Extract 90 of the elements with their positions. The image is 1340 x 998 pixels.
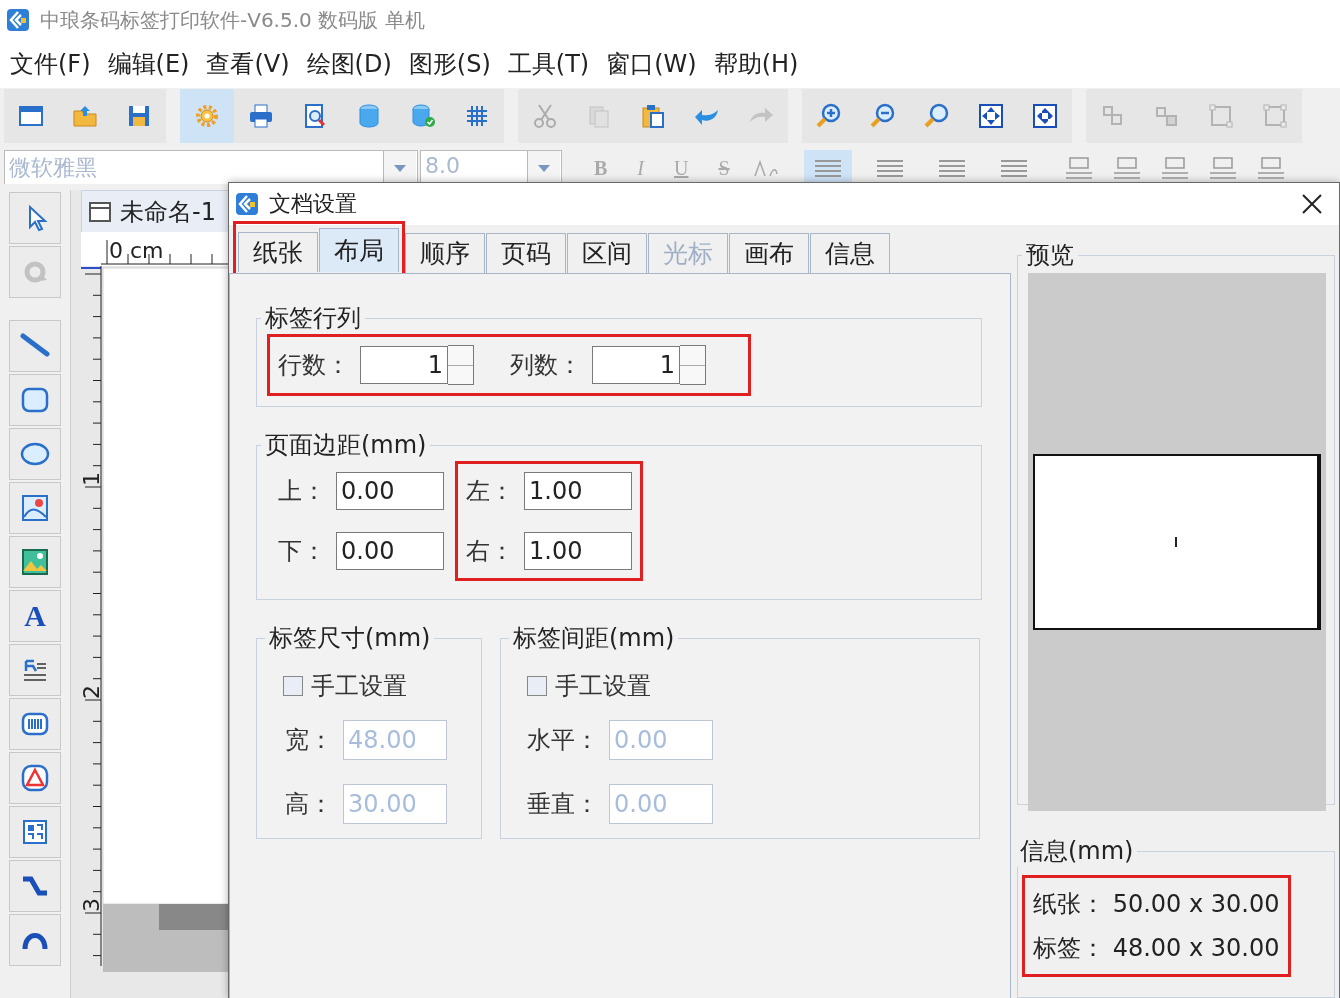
tool-button[interactable] xyxy=(9,752,61,804)
menu-item[interactable]: 图形(S) xyxy=(400,48,499,80)
fit-arrows-icon xyxy=(1031,102,1059,130)
number-field[interactable]: 1 xyxy=(592,346,680,384)
tab[interactable]: 信息 xyxy=(810,233,890,273)
tool-button[interactable]: A xyxy=(9,590,61,642)
dropdown-caret-icon xyxy=(537,163,551,173)
database-check-icon xyxy=(409,102,437,130)
ruler-unit-label: 0 cm xyxy=(109,238,164,263)
menu-item[interactable]: 帮助(H) xyxy=(705,48,807,80)
tab[interactable]: 顺序 xyxy=(405,233,485,273)
margin-field[interactable]: 0.00 xyxy=(336,532,444,570)
menu-item[interactable]: 工具(T) xyxy=(499,48,598,80)
selection-frame-icon xyxy=(1207,102,1235,130)
group-title: 标签尺寸(mm) xyxy=(268,623,432,654)
field-label: 宽： xyxy=(285,725,333,756)
close-icon xyxy=(1301,193,1323,215)
qr-code-icon xyxy=(20,817,50,847)
tab[interactable]: 布局 xyxy=(319,228,399,272)
info-line: 纸张： 50.00 x 30.00 xyxy=(1033,889,1280,920)
ruler-label: 3 xyxy=(81,898,104,912)
rounded-rectangle-icon xyxy=(20,385,50,415)
tool-button[interactable] xyxy=(9,806,61,858)
field-label: 高： xyxy=(285,789,333,820)
zoom-out-icon xyxy=(869,102,897,130)
ruler-label: 1 xyxy=(81,472,104,486)
document-icon xyxy=(88,199,112,224)
checkbox[interactable] xyxy=(527,676,547,696)
group-title: 标签行列 xyxy=(264,303,362,334)
tool-button[interactable] xyxy=(9,482,61,534)
zoom-in-icon xyxy=(815,102,843,130)
field-label: 垂直： xyxy=(527,789,599,820)
menu-item[interactable]: 绘图(D) xyxy=(298,48,400,80)
field-label: 下： xyxy=(278,536,326,567)
checkbox-label: 手工设置 xyxy=(555,671,651,702)
tool-button[interactable] xyxy=(9,860,61,912)
field-label: 上： xyxy=(278,476,326,507)
tab[interactable]: 画布 xyxy=(729,233,809,273)
spin-buttons[interactable] xyxy=(680,345,706,385)
selection-frame-icon xyxy=(1261,102,1289,130)
app-logo-icon xyxy=(6,8,30,32)
dropdown-caret-icon xyxy=(393,163,407,173)
margin-field[interactable]: 1.00 xyxy=(524,532,632,570)
group-title: 页面边距(mm) xyxy=(264,430,428,461)
menu-item[interactable]: 编辑(E) xyxy=(99,48,198,80)
field-label: 行数： xyxy=(278,350,350,381)
app-logo-icon xyxy=(235,192,259,216)
field-label: 水平： xyxy=(527,725,599,756)
picture-icon xyxy=(20,547,50,577)
gear-icon xyxy=(193,102,221,130)
group-title: 标签间距(mm) xyxy=(512,623,676,654)
tab[interactable]: 区间 xyxy=(567,233,647,273)
align-button[interactable] xyxy=(803,150,852,184)
fit-arrows-icon xyxy=(977,102,1005,130)
field-label: 左： xyxy=(466,476,514,507)
guide-line xyxy=(81,267,102,269)
menu-item[interactable]: 文件(F) xyxy=(2,48,99,80)
tool-button[interactable] xyxy=(9,374,61,426)
tool-button[interactable] xyxy=(9,914,61,966)
cursor-mark-icon xyxy=(1175,537,1177,547)
page-shadow xyxy=(159,904,231,930)
field-label: 列数： xyxy=(510,350,582,381)
margin-field[interactable]: 1.00 xyxy=(524,472,632,510)
group-title: 信息(mm) xyxy=(1019,836,1135,867)
tool-button[interactable] xyxy=(9,536,61,588)
menu-item[interactable]: 窗口(W) xyxy=(598,48,705,80)
tool-button[interactable] xyxy=(9,698,61,750)
checkbox[interactable] xyxy=(283,676,303,696)
number-field[interactable]: 1 xyxy=(360,346,448,384)
dialog-title: 文档设置 xyxy=(269,190,358,218)
window-title: 中琅条码标签打印软件-V6.5.0 数码版 单机 xyxy=(40,6,425,34)
field-label: 右： xyxy=(466,536,514,567)
scissors-icon xyxy=(531,102,559,130)
info-line: 标签： 48.00 x 30.00 xyxy=(1033,933,1280,964)
ruler-label: 2 xyxy=(81,685,104,699)
tool-button[interactable] xyxy=(9,428,61,480)
margin-field[interactable]: 0.00 xyxy=(336,472,444,510)
menu-item[interactable]: 查看(V) xyxy=(198,48,298,80)
paste-icon xyxy=(639,102,667,130)
tool-button[interactable] xyxy=(9,644,61,696)
tab[interactable]: 页码 xyxy=(486,233,566,273)
group-title: 预览 xyxy=(1025,240,1075,271)
tab[interactable]: 纸张 xyxy=(238,232,318,272)
tool-button[interactable] xyxy=(9,320,61,372)
spin-buttons[interactable] xyxy=(448,345,474,385)
printer-icon xyxy=(247,102,275,130)
image-icon xyxy=(20,493,50,523)
checkbox-label: 手工设置 xyxy=(311,671,407,702)
magnifier-icon xyxy=(923,102,951,130)
tool-button[interactable] xyxy=(9,192,61,244)
